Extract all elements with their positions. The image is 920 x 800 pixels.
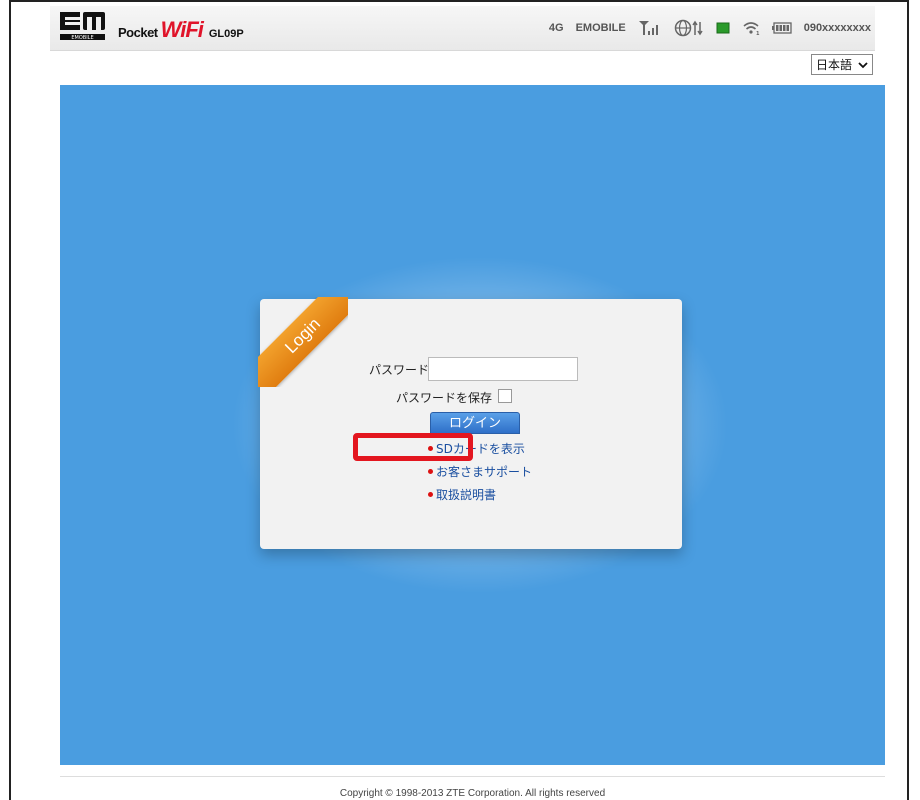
language-row: 日本語	[50, 50, 875, 80]
top-header: EMOBILE Pocket WiFi GL09P 4G EMOBILE 1 0…	[50, 6, 875, 51]
save-password-label: パスワードを保存	[396, 391, 493, 405]
bullet-icon	[428, 468, 433, 474]
pocket-wifi-brand: Pocket WiFi GL09P	[118, 17, 244, 43]
language-select[interactable]: 日本語	[810, 54, 873, 75]
bullet-icon	[428, 491, 433, 497]
link-label: 取扱説明書	[436, 487, 497, 502]
battery-icon	[771, 22, 792, 34]
save-password-checkbox[interactable]	[498, 389, 512, 403]
link-label: お客さまサポート	[436, 464, 533, 479]
wifi-icon: 1	[743, 22, 760, 36]
carrier-name: EMOBILE	[575, 22, 626, 34]
brand-pocket: Pocket	[118, 25, 158, 40]
status-bar: 4G EMOBILE 1 090xxxxxxxx	[549, 6, 871, 50]
ribbon-label: Login	[281, 314, 325, 358]
link-customer-support[interactable]: お客さまサポート	[428, 462, 532, 480]
brand-wifi: WiFi	[160, 17, 204, 42]
footer-copyright: Copyright © 1998-2013 ZTE Corporation. A…	[339, 788, 606, 799]
internet-connection-icon	[674, 19, 703, 37]
link-manual[interactable]: 取扱説明書	[428, 485, 532, 503]
footer-divider	[60, 776, 885, 777]
signal-strength-icon	[638, 21, 658, 35]
emobile-logo: EMOBILE	[60, 12, 105, 41]
main-area: Login パスワード パスワードを保存 ログイン SDカードを表示 お客さまサ…	[60, 85, 885, 765]
language-selected: 日本語	[815, 58, 852, 72]
chevron-down-icon	[858, 61, 868, 68]
phone-number: 090xxxxxxxx	[803, 22, 871, 34]
model-name: GL09P	[208, 28, 244, 40]
login-button[interactable]: ログイン	[430, 412, 520, 434]
password-label: パスワード	[369, 363, 430, 377]
svg-text:EMOBILE: EMOBILE	[71, 35, 93, 41]
annotation-highlight-box	[353, 433, 473, 461]
svg-text:1: 1	[756, 31, 760, 36]
login-panel: Login パスワード パスワードを保存 ログイン SDカードを表示 お客さまサ…	[258, 297, 682, 549]
password-input[interactable]	[428, 357, 578, 381]
network-type: 4G	[548, 22, 564, 34]
sim-icon	[716, 22, 730, 34]
login-ribbon: Login	[258, 297, 348, 387]
